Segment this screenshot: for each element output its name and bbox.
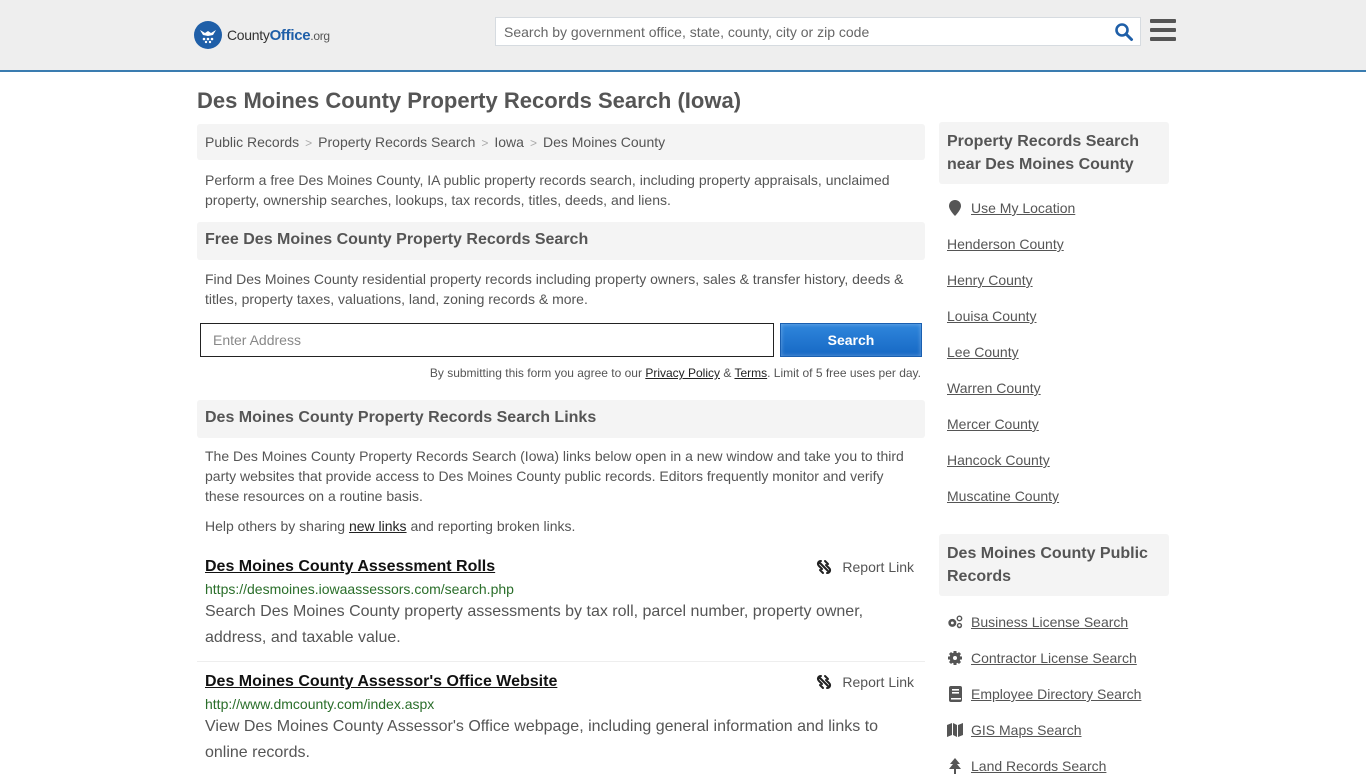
- form-disclaimer: By submitting this form you agree to our…: [197, 366, 925, 380]
- address-search-button[interactable]: Search: [780, 323, 922, 357]
- links-section-heading: Des Moines County Property Records Searc…: [197, 400, 925, 438]
- nearby-heading: Property Records Search near Des Moines …: [939, 122, 1169, 184]
- breadcrumb-separator: >: [305, 136, 313, 150]
- menu-icon[interactable]: [1150, 19, 1176, 43]
- broken-link-icon: [817, 560, 832, 574]
- nearby-county-item[interactable]: Muscatine County: [947, 478, 1161, 514]
- link-url: https://desmoines.iowaassessors.com/sear…: [205, 581, 514, 597]
- nearby-county-link[interactable]: Henderson County: [947, 236, 1064, 252]
- use-my-location-link[interactable]: Use My Location: [971, 200, 1075, 216]
- nearby-county-link[interactable]: Hancock County: [947, 452, 1050, 468]
- link-url: http://www.dmcounty.com/index.aspx: [205, 696, 435, 712]
- use-my-location[interactable]: Use My Location: [947, 190, 1161, 226]
- breadcrumb-iowa[interactable]: Iowa: [494, 134, 524, 150]
- public-records-heading: Des Moines County Public Records: [939, 534, 1169, 596]
- sidebar: Property Records Search near Des Moines …: [939, 122, 1169, 784]
- nearby-county-item[interactable]: Mercer County: [947, 406, 1161, 442]
- nearby-county-item[interactable]: Louisa County: [947, 298, 1161, 334]
- nearby-county-item[interactable]: Warren County: [947, 370, 1161, 406]
- broken-link-icon: [817, 675, 832, 689]
- public-record-link[interactable]: GIS Maps Search: [971, 722, 1082, 738]
- book-icon: [947, 686, 963, 702]
- public-records-list: Business License Search Contractor Licen…: [939, 604, 1169, 784]
- gears-icon: [947, 614, 963, 630]
- breadcrumb-public-records[interactable]: Public Records: [205, 134, 299, 150]
- breadcrumb-property-records[interactable]: Property Records Search: [318, 134, 475, 150]
- nearby-list: Use My Location Henderson County Henry C…: [939, 190, 1169, 514]
- address-search-form: Search: [197, 323, 925, 357]
- nearby-county-link[interactable]: Mercer County: [947, 416, 1039, 432]
- public-record-item[interactable]: GIS Maps Search: [947, 712, 1161, 748]
- report-link-label: Report Link: [842, 674, 914, 690]
- logo-text: CountyOffice.org: [227, 26, 330, 44]
- page-title: Des Moines County Property Records Searc…: [197, 88, 742, 113]
- disclaimer-text: By submitting this form you agree to our: [429, 366, 646, 380]
- nearby-county-item[interactable]: Henderson County: [947, 226, 1161, 262]
- site-search-input[interactable]: [496, 18, 1096, 45]
- public-record-item[interactable]: Land Records Search: [947, 748, 1161, 784]
- privacy-policy-link[interactable]: Privacy Policy: [645, 366, 720, 380]
- link-entry: Des Moines County Assessor's Office Webs…: [197, 671, 925, 766]
- public-record-link[interactable]: Employee Directory Search: [971, 686, 1141, 702]
- free-search-description: Find Des Moines County residential prope…: [205, 271, 904, 307]
- nearby-county-item[interactable]: Henry County: [947, 262, 1161, 298]
- links-section-description: The Des Moines County Property Records S…: [205, 448, 904, 504]
- address-input[interactable]: [200, 323, 774, 357]
- public-record-link[interactable]: Land Records Search: [971, 758, 1106, 774]
- nearby-county-item[interactable]: Hancock County: [947, 442, 1161, 478]
- site-search: [495, 17, 1141, 46]
- free-search-heading: Free Des Moines County Property Records …: [197, 222, 925, 260]
- search-icon[interactable]: [1114, 22, 1134, 42]
- new-links-link[interactable]: new links: [349, 518, 407, 534]
- report-link-button[interactable]: Report Link: [816, 674, 914, 690]
- breadcrumb: Public Records > Property Records Search > I…: [197, 124, 925, 160]
- breadcrumb-current: Des Moines County: [542, 134, 666, 150]
- site-logo[interactable]: CountyOffice.org: [194, 20, 330, 50]
- public-record-link[interactable]: Contractor License Search: [971, 650, 1137, 666]
- report-link-button[interactable]: Report Link: [816, 559, 914, 575]
- nearby-county-link[interactable]: Lee County: [947, 344, 1019, 360]
- nearby-county-item[interactable]: Lee County: [947, 334, 1161, 370]
- nearby-county-link[interactable]: Muscatine County: [947, 488, 1059, 504]
- nearby-county-link[interactable]: Henry County: [947, 272, 1033, 288]
- public-record-item[interactable]: Business License Search: [947, 604, 1161, 640]
- link-title[interactable]: Des Moines County Assessment Rolls: [205, 558, 495, 576]
- terms-link[interactable]: Terms: [734, 366, 767, 380]
- link-description: Search Des Moines County property assess…: [205, 603, 864, 646]
- help-text: Help others by sharing new links and rep…: [197, 516, 925, 536]
- link-entry: Des Moines County Assessment Rolls Repor…: [197, 556, 925, 662]
- nearby-county-link[interactable]: Warren County: [947, 380, 1041, 396]
- map-marker-icon: [947, 200, 963, 216]
- site-header: CountyOffice.org: [0, 0, 1366, 72]
- tree-icon: [947, 758, 963, 774]
- gear-icon: [947, 650, 963, 666]
- nearby-county-link[interactable]: Louisa County: [947, 308, 1037, 324]
- public-record-item[interactable]: Employee Directory Search: [947, 676, 1161, 712]
- help-text-post: and reporting broken links.: [406, 518, 576, 534]
- help-text-pre: Help others by sharing: [205, 518, 349, 534]
- link-title[interactable]: Des Moines County Assessor's Office Webs…: [205, 673, 557, 691]
- report-link-label: Report Link: [842, 559, 914, 575]
- disclaimer-text: &: [720, 366, 735, 380]
- link-description: View Des Moines County Assessor's Office…: [205, 718, 879, 761]
- public-record-link[interactable]: Business License Search: [971, 614, 1128, 630]
- public-record-item[interactable]: Contractor License Search: [947, 640, 1161, 676]
- breadcrumb-separator: >: [529, 136, 537, 150]
- main-content: Public Records > Property Records Search > I…: [197, 124, 925, 766]
- eagle-logo-icon: [194, 21, 222, 49]
- map-icon: [947, 722, 963, 738]
- disclaimer-text: . Limit of 5 free uses per day.: [767, 366, 921, 380]
- breadcrumb-separator: >: [481, 136, 489, 150]
- intro-text: Perform a free Des Moines County, IA pub…: [205, 172, 890, 208]
